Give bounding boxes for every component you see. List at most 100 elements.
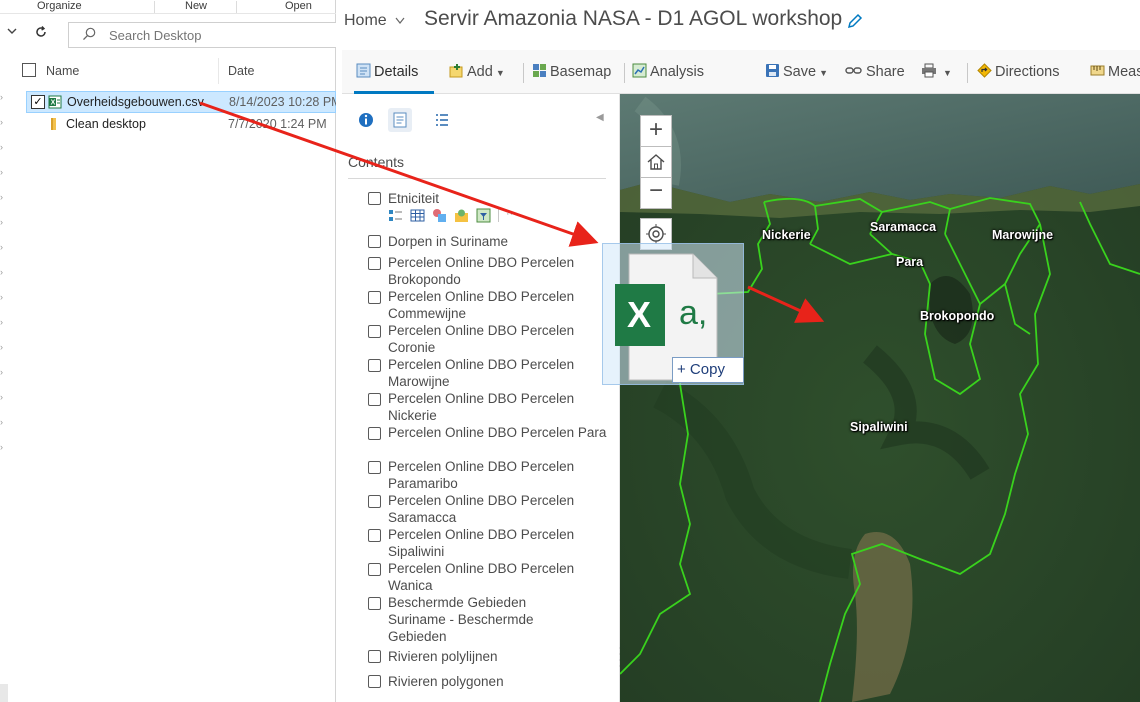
toolbar-separator	[967, 63, 968, 83]
layer-visibility-checkbox[interactable]	[368, 427, 381, 440]
basemap-icon	[533, 64, 546, 77]
copy-tooltip: + Copy	[672, 357, 744, 383]
layer-visibility-checkbox[interactable]	[368, 325, 381, 338]
expand-chevron-icon[interactable]: ›	[0, 317, 3, 327]
save-label: Save	[783, 64, 817, 80]
layer-visibility-checkbox[interactable]	[368, 597, 381, 610]
layer-tools: ···	[388, 208, 548, 224]
layer-name[interactable]: Etniciteit	[388, 190, 616, 207]
refresh-icon[interactable]	[34, 25, 48, 42]
home-link[interactable]: Home	[344, 12, 387, 29]
layer-visibility-checkbox[interactable]	[368, 529, 381, 542]
share-button[interactable]: Share	[845, 63, 905, 80]
basemap-button[interactable]: Basemap	[532, 63, 611, 80]
row-checkbox[interactable]: ✓	[31, 95, 45, 109]
layer-name[interactable]: Percelen Online DBO Percelen Para	[388, 424, 616, 441]
map-label-nickerie: Nickerie	[762, 228, 811, 242]
file-row-clean-desktop[interactable]: Clean desktop 7/7/2020 1:24 PM	[26, 114, 336, 136]
column-header-date[interactable]: Date	[228, 64, 254, 78]
more-options-icon[interactable]: ···	[506, 208, 521, 223]
expand-chevron-icon[interactable]: ›	[0, 442, 3, 452]
list-icon[interactable]	[430, 108, 454, 132]
map-title: Servir Amazonia NASA - D1 AGOL workshop	[424, 7, 843, 30]
default-extent-button[interactable]	[640, 146, 672, 178]
layer-name[interactable]: Percelen Online DBO Percelen Paramaribo	[388, 458, 616, 492]
expand-chevron-icon[interactable]: ›	[0, 167, 3, 177]
layer-visibility-checkbox[interactable]	[368, 650, 381, 663]
layer-visibility-checkbox[interactable]	[368, 563, 381, 576]
map-view[interactable]: Nickerie Saramacca Marowijne Para Brokop…	[620, 94, 1140, 702]
layer-visibility-checkbox[interactable]	[368, 235, 381, 248]
analysis-icon	[632, 63, 647, 78]
expand-chevron-icon[interactable]: ›	[0, 392, 3, 402]
details-button[interactable]: Details	[356, 63, 418, 80]
table-icon[interactable]	[410, 208, 425, 223]
expand-chevron-icon[interactable]: ›	[0, 367, 3, 377]
chevron-down-icon[interactable]	[6, 25, 18, 40]
print-button[interactable]: ▼	[921, 63, 952, 80]
expand-chevron-icon[interactable]: ›	[0, 267, 3, 277]
layer-name[interactable]: Percelen Online DBO Percelen Brokopondo	[388, 254, 616, 288]
layer-name[interactable]: Percelen Online DBO Percelen Saramacca	[388, 492, 616, 526]
change-style-icon[interactable]	[432, 208, 447, 223]
map-label-saramacca: Saramacca	[870, 220, 937, 234]
layer-visibility-checkbox[interactable]	[368, 393, 381, 406]
layer-visibility-checkbox[interactable]	[368, 192, 381, 205]
search-input[interactable]	[107, 27, 327, 44]
scrollbar-thumb[interactable]	[0, 684, 8, 702]
directions-button[interactable]: Directions	[977, 63, 1059, 80]
layer-name[interactable]: Percelen Online DBO Percelen Wanica	[388, 560, 616, 594]
info-icon[interactable]	[354, 108, 378, 132]
layer-name[interactable]: Percelen Online DBO Percelen Sipaliwini	[388, 526, 616, 560]
filter-icon[interactable]	[476, 208, 491, 223]
show-legend-icon[interactable]	[388, 208, 403, 223]
layer-visibility-checkbox[interactable]	[368, 495, 381, 508]
layer-visibility-checkbox[interactable]	[368, 675, 381, 688]
column-divider[interactable]	[218, 58, 219, 84]
layer-visibility-checkbox[interactable]	[368, 291, 381, 304]
toolbar-separator	[523, 63, 524, 83]
expand-chevron-icon[interactable]: ›	[0, 342, 3, 352]
layer-visibility-checkbox[interactable]	[368, 257, 381, 270]
measure-button[interactable]: Meas	[1090, 63, 1140, 80]
home-menu[interactable]: Home	[344, 12, 405, 30]
layer-name[interactable]: Percelen Online DBO Percelen Coronie	[388, 322, 616, 356]
analysis-button[interactable]: Analysis	[632, 63, 704, 80]
ribbon-label-new: New	[185, 0, 208, 12]
layer-visibility-checkbox[interactable]	[368, 461, 381, 474]
measure-icon	[1090, 65, 1105, 76]
layer-name[interactable]: Dorpen in Suriname	[388, 233, 616, 250]
expand-chevron-icon[interactable]: ›	[0, 142, 3, 152]
expand-chevron-icon[interactable]: ›	[0, 192, 3, 202]
layer-name[interactable]: Percelen Online DBO Percelen Commewijne	[388, 288, 616, 322]
save-button[interactable]: Save ▼	[765, 63, 828, 80]
expand-chevron-icon[interactable]: ›	[0, 117, 3, 127]
expand-chevron-icon[interactable]: ›	[0, 417, 3, 427]
layer-name[interactable]: Rivieren polylijnen	[388, 648, 616, 665]
expand-chevron-icon[interactable]: ›	[0, 92, 3, 102]
layer-name[interactable]: Percelen Online DBO Percelen Marowijne	[388, 356, 616, 390]
pencil-icon[interactable]	[846, 12, 864, 30]
perform-analysis-icon[interactable]	[454, 208, 469, 223]
layer-name[interactable]: Percelen Online DBO Percelen Nickerie	[388, 390, 616, 424]
layer-name[interactable]: Beschermde Gebieden Suriname - Beschermd…	[388, 594, 553, 645]
file-row-overheidsgebouwen[interactable]: ✓ X Overheidsgebouwen.csv 8/14/2023 10:2…	[26, 91, 342, 113]
add-button[interactable]: Add ▼	[449, 63, 505, 80]
column-header-name[interactable]: Name	[46, 64, 79, 78]
expand-chevron-icon[interactable]: ›	[0, 217, 3, 227]
zoom-in-button[interactable]: +	[640, 115, 672, 147]
zoom-out-button[interactable]: −	[640, 177, 672, 209]
select-all-checkbox[interactable]	[22, 63, 36, 77]
ribbon-separator	[236, 1, 237, 13]
share-label: Share	[866, 64, 905, 80]
layer-visibility-checkbox[interactable]	[368, 359, 381, 372]
toolbar-separator	[624, 63, 625, 83]
divider	[348, 178, 606, 179]
ribbon-separator	[154, 1, 155, 13]
expand-chevron-icon[interactable]: ›	[0, 242, 3, 252]
collapse-panel-icon[interactable]: ◀	[596, 112, 604, 123]
search-box[interactable]	[68, 22, 336, 48]
legend-icon[interactable]	[388, 108, 412, 132]
layer-name[interactable]: Rivieren polygonen	[388, 673, 616, 690]
expand-chevron-icon[interactable]: ›	[0, 292, 3, 302]
